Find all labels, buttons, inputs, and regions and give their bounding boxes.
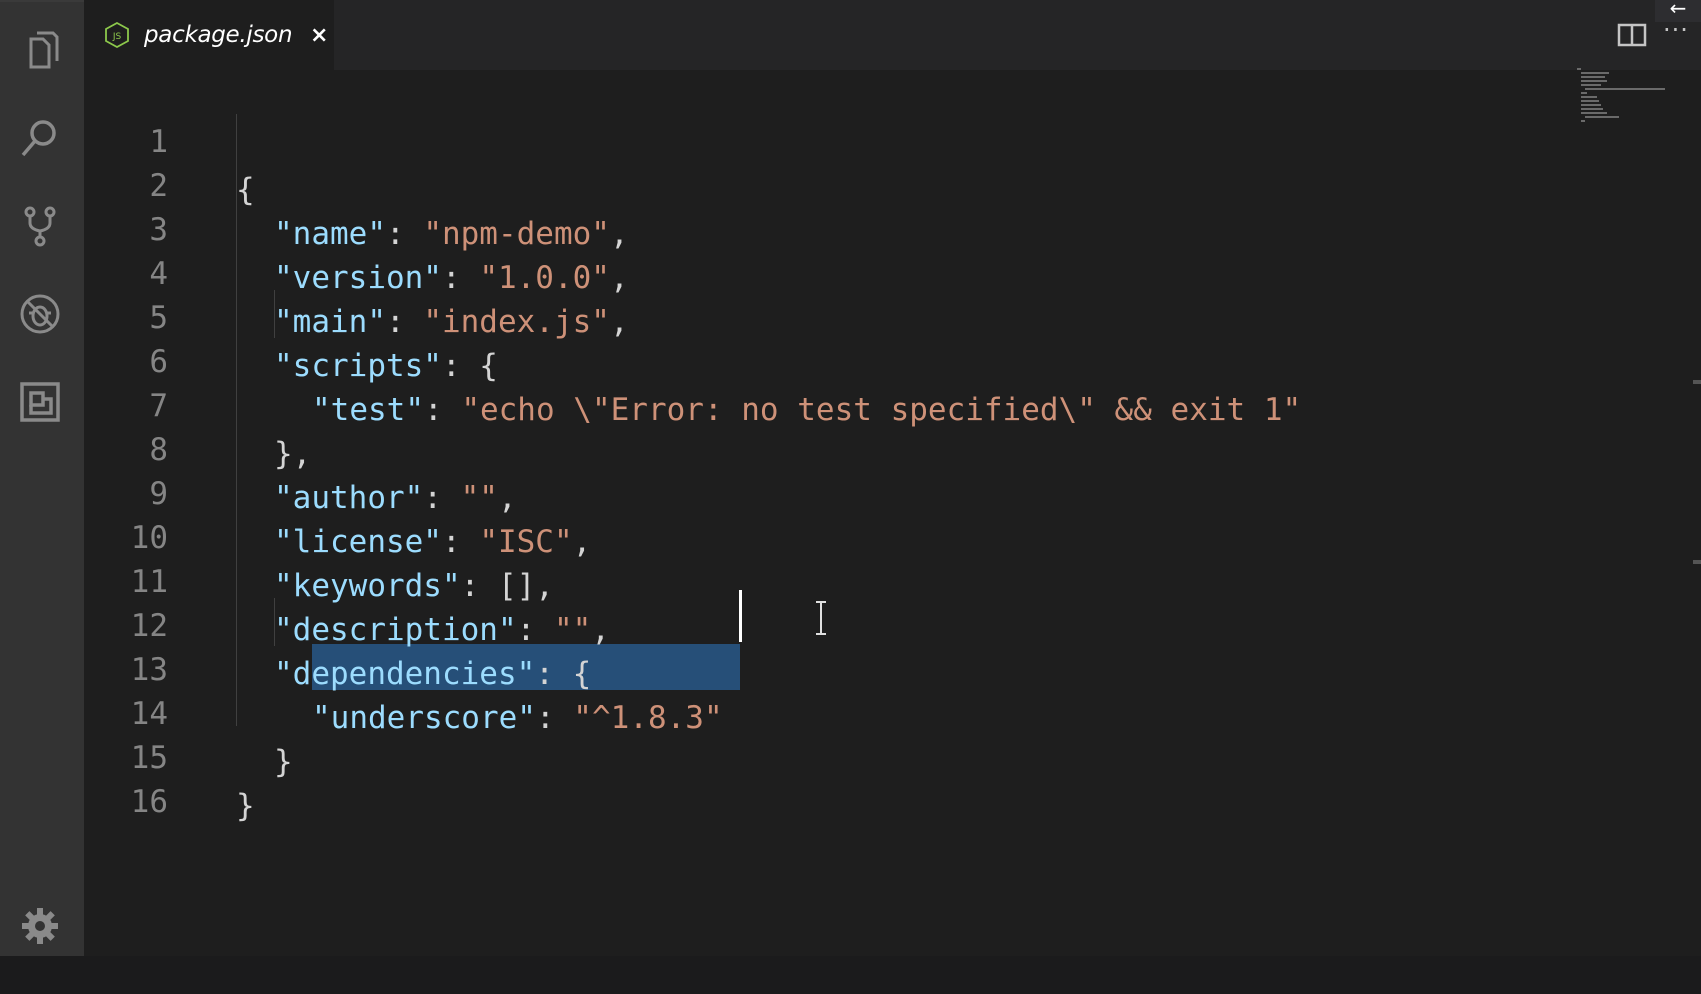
debug-icon[interactable] [14,288,66,340]
svg-text:JS: JS [112,32,122,42]
tab-close-button[interactable]: × [308,23,330,48]
text-cursor [739,590,742,642]
code-line: 12 "dependencies": { [84,554,1584,692]
split-editor-icon[interactable] [1617,22,1647,48]
minimap[interactable] [1577,66,1677,126]
editor-group: JS package.json × ··· ← 1 {2 "name": "n… [84,0,1701,956]
line-content: } [236,782,255,830]
activity-bar [0,0,84,956]
back-arrow-icon[interactable]: ← [1655,0,1701,22]
code-line: 9 "license": "ISC", [84,422,1584,560]
nodejs-icon: JS [104,22,130,48]
scrollbar-marker[interactable] [1693,380,1701,384]
code-line: 2 "name": "npm-demo", [84,114,1584,252]
scrollbar-marker[interactable] [1693,560,1701,564]
tab-label: package.json [144,22,293,48]
code-line: 4 "main": "index.js", [84,202,1584,340]
search-icon[interactable] [14,112,66,164]
code-line: 7 }, [84,334,1584,472]
tab-package-json[interactable]: JS package.json × [84,0,334,70]
code-line: 13 "underscore": "^1.8.3" [84,598,1584,736]
code-editor[interactable]: 1 { 2 "name": "npm-demo", 3 "version": "… [84,70,1701,956]
code-line: 14 } [84,642,1584,780]
gear-icon[interactable] [14,900,66,952]
tab-bar: JS package.json × ··· ← [84,0,1701,70]
code-line: 5 "scripts": { [84,246,1584,384]
editor-window: JS package.json × ··· ← 1 {2 "name": "n… [0,0,1701,994]
status-bar [0,956,1701,994]
line-number: 16 [130,784,168,820]
extensions-icon[interactable] [14,376,66,428]
files-icon[interactable] [14,24,66,76]
code-line: 6 "test": "echo \"Error: no test specifi… [84,290,1584,428]
code-line: 3 "version": "1.0.0", [84,158,1584,296]
code-line: 15 } [84,686,1584,824]
source-control-icon[interactable] [14,200,66,252]
code-line: 1 { [84,70,1584,208]
brace: } [236,788,255,824]
code-line: 11 "description": "", [84,510,1584,648]
code-line: 10 "keywords": [], [84,466,1584,604]
ibeam-cursor-icon [814,600,828,636]
code-line: 8 "author": "", [84,378,1584,516]
code-line: 16 [84,730,1584,820]
more-actions-icon[interactable]: ··· [1663,18,1693,48]
